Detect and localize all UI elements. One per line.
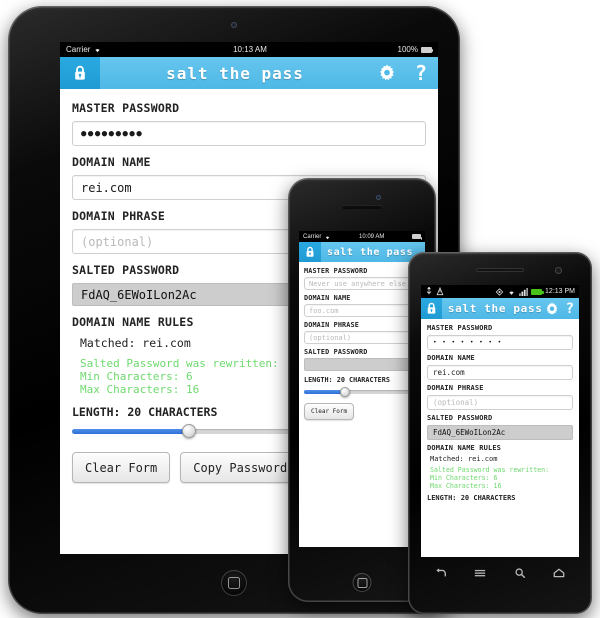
copy-password-button[interactable]: Copy Password — [180, 452, 301, 483]
android-form: MASTER PASSWORD • • • • • • • • DOMAIN N… — [421, 319, 579, 502]
label-domain-name: DOMAIN NAME — [427, 354, 475, 362]
wifi-icon — [509, 291, 514, 295]
iphone-form: MASTER PASSWORD Never use anywhere else … — [299, 262, 425, 420]
domain-phrase-input[interactable]: (optional) — [304, 331, 420, 344]
domain-name-input[interactable]: rei.com — [427, 365, 573, 380]
debug-icon — [436, 287, 444, 296]
usb-icon — [426, 287, 432, 295]
android-device: 12:13 PM salt the pass ? MASTER PASSWORD… — [408, 252, 592, 614]
label-master-password: MASTER PASSWORD — [72, 101, 180, 115]
iphone-app-bar: salt the pass — [299, 242, 425, 262]
iphone-carrier-label: Carrier — [303, 233, 322, 240]
back-arrow-icon[interactable] — [434, 567, 448, 579]
menu-icon[interactable] — [473, 567, 487, 579]
clear-form-button[interactable]: Clear Form — [72, 452, 171, 483]
label-domain-name: DOMAIN NAME — [304, 294, 351, 302]
lock-icon[interactable] — [60, 57, 100, 89]
android-clock: 12:13 PM — [545, 288, 575, 295]
search-icon[interactable] — [513, 567, 527, 579]
question-mark-icon[interactable]: ? — [404, 57, 438, 89]
slider-thumb[interactable] — [181, 424, 196, 438]
iphone-screen: Carrier 10:09 AM salt the pass MASTER PA… — [299, 231, 425, 547]
battery-full-icon — [531, 288, 544, 295]
android-front-camera-icon — [555, 267, 562, 274]
wifi-icon — [326, 236, 330, 239]
lock-icon[interactable] — [299, 242, 321, 262]
label-domain-name-rules: DOMAIN NAME RULES — [427, 444, 502, 452]
ipad-battery-percent: 100% — [397, 45, 418, 54]
length-label: LENGTH: 20 CHARACTERS — [427, 494, 516, 502]
question-mark-icon[interactable]: ? — [561, 298, 579, 319]
length-label: LENGTH: 20 CHARACTERS — [304, 376, 390, 384]
app-title: salt the pass — [447, 302, 543, 315]
ipad-clock: 10:13 AM — [233, 45, 267, 54]
android-earpiece-icon — [476, 268, 524, 272]
label-salted-password: SALTED PASSWORD — [427, 414, 493, 422]
screenshot-root: Carrier 10:13 AM 100% salt the pass ? MA… — [0, 0, 600, 618]
battery-full-icon — [411, 234, 423, 240]
length-slider[interactable] — [304, 386, 420, 397]
domain-name-input[interactable]: foo.com — [304, 304, 420, 317]
slider-thumb[interactable] — [339, 386, 350, 397]
master-password-input[interactable]: • • • • • • • • — [427, 335, 573, 350]
android-status-bar: 12:13 PM — [421, 285, 579, 298]
wifi-icon — [95, 49, 101, 53]
ipad-app-bar: salt the pass ? — [60, 57, 438, 89]
rule-green-1: Min Characters: 6 — [430, 474, 498, 482]
label-domain-phrase: DOMAIN PHRASE — [304, 321, 359, 329]
ipad-status-bar: Carrier 10:13 AM 100% — [60, 42, 438, 57]
domain-phrase-input[interactable]: (optional) — [427, 395, 573, 410]
salted-password-output[interactable] — [304, 358, 420, 371]
rule-matched: Matched: rei.com — [430, 455, 498, 463]
rule-green-2: Max Characters: 16 — [430, 482, 502, 490]
label-master-password: MASTER PASSWORD — [427, 324, 493, 332]
lock-icon[interactable] — [421, 298, 442, 319]
master-password-input[interactable]: Never use anywhere else — [304, 277, 420, 290]
android-screen: 12:13 PM salt the pass ? MASTER PASSWORD… — [421, 285, 579, 557]
home-button[interactable] — [221, 570, 247, 596]
clear-form-button[interactable]: Clear Form — [304, 403, 355, 420]
ipad-front-camera-icon — [231, 22, 237, 28]
signal-icon — [519, 287, 529, 296]
master-password-input[interactable]: ●●●●●●●●● — [72, 121, 426, 146]
app-title: salt the pass — [166, 63, 304, 83]
label-domain-phrase: DOMAIN PHRASE — [427, 384, 484, 392]
ipad-carrier-label: Carrier — [66, 45, 91, 54]
label-master-password: MASTER PASSWORD — [304, 267, 368, 275]
iphone-front-camera-icon — [376, 195, 381, 200]
iphone-clock: 10:09 AM — [358, 233, 385, 240]
gear-icon[interactable] — [543, 298, 561, 319]
iphone-status-bar: Carrier 10:09 AM — [299, 231, 425, 242]
battery-full-icon — [420, 46, 434, 53]
slider-fill — [304, 389, 345, 394]
slider-fill — [72, 428, 189, 434]
home-button[interactable] — [352, 573, 372, 592]
home-icon[interactable] — [552, 567, 566, 579]
label-domain-name: DOMAIN NAME — [72, 155, 151, 169]
salted-password-output[interactable]: FdAQ_6EWoILon2Ac — [427, 425, 573, 440]
android-app-bar: salt the pass ? — [421, 298, 579, 319]
gear-icon[interactable] — [370, 57, 404, 89]
label-salted-password: SALTED PASSWORD — [304, 348, 368, 356]
android-nav-bar — [421, 560, 579, 586]
sync-icon — [495, 287, 504, 296]
rule-green-0: Salted Password was rewritten: — [430, 466, 550, 474]
iphone-earpiece-icon — [342, 205, 382, 209]
